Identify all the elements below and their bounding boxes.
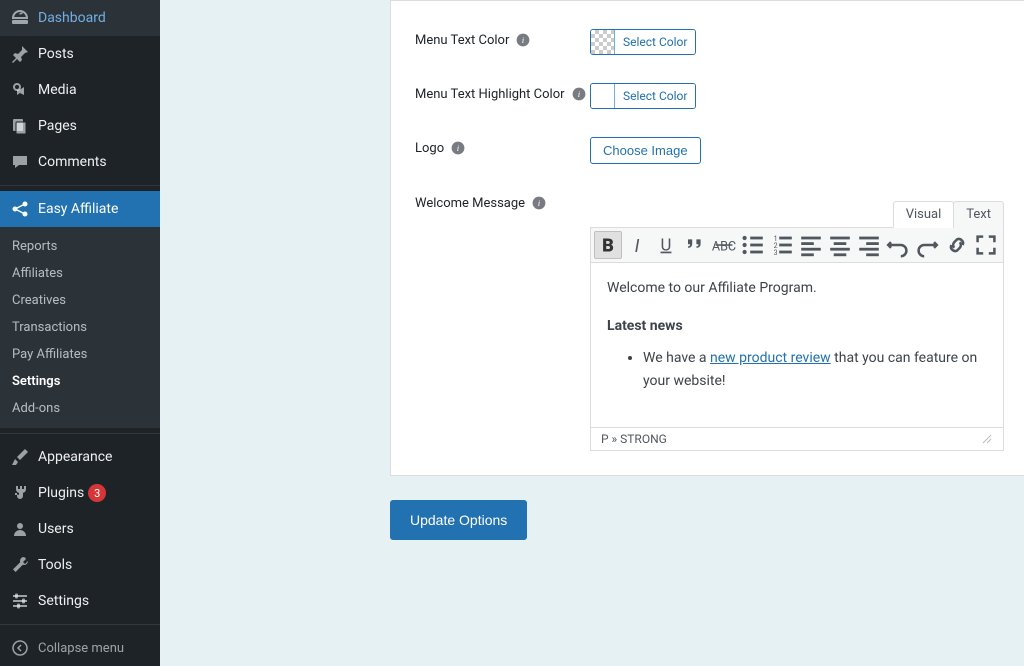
label-logo: Logo <box>415 141 444 156</box>
sidebar-item-label: Easy Affiliate <box>38 201 118 217</box>
editor-content[interactable]: Welcome to our Affiliate Program. Latest… <box>590 263 1004 428</box>
select-color-button[interactable]: Select Color <box>615 30 695 54</box>
sidebar-item-label: Comments <box>38 154 107 170</box>
sidebar-submenu: ReportsAffiliatesCreativesTransactionsPa… <box>0 227 160 428</box>
plug-icon <box>10 483 30 503</box>
tab-visual[interactable]: Visual <box>893 201 955 228</box>
label-welcome: Welcome Message <box>415 196 525 211</box>
submenu-item-settings[interactable]: Settings <box>0 368 160 395</box>
bulletlist-button[interactable] <box>739 231 767 259</box>
dashboard-icon <box>10 8 30 28</box>
sidebar-item-users[interactable]: Users <box>0 511 160 547</box>
submenu-item-add-ons[interactable]: Add-ons <box>0 395 160 422</box>
wrench-icon <box>10 555 30 575</box>
info-icon[interactable]: i <box>571 86 587 102</box>
row-welcome-message: Welcome Message i Visual Text B I U <box>415 192 1004 451</box>
editor-toolbar: B I U ABC 123 <box>590 227 1004 263</box>
submenu-item-reports[interactable]: Reports <box>0 233 160 260</box>
svg-text:B: B <box>602 236 614 257</box>
alignright-button[interactable] <box>855 231 883 259</box>
settings-panel: Menu Text Color i Select Color Menu Text… <box>390 0 1024 476</box>
sidebar-item-label: Dashboard <box>38 10 106 26</box>
sidebar-item-label: Settings <box>38 593 89 609</box>
bold-button[interactable]: B <box>594 231 622 259</box>
sidebar-item-admin-settings[interactable]: Settings <box>0 583 160 619</box>
color-swatch <box>591 30 615 54</box>
welcome-editor: Visual Text B I U ABC 123 <box>590 200 1004 451</box>
undo-button[interactable] <box>884 231 912 259</box>
collapse-menu[interactable]: Collapse menu <box>0 630 160 666</box>
sidebar-item-pages[interactable]: Pages <box>0 108 160 144</box>
info-icon[interactable]: i <box>531 195 547 211</box>
pages-icon <box>10 116 30 136</box>
row-logo: Logo i Choose Image <box>415 137 1004 164</box>
update-options-button[interactable]: Update Options <box>390 500 527 540</box>
collapse-icon <box>10 638 30 658</box>
sidebar-item-label: Media <box>38 82 77 98</box>
blockquote-button[interactable] <box>681 231 709 259</box>
user-icon <box>10 519 30 539</box>
color-picker-menu-text[interactable]: Select Color <box>590 29 696 55</box>
label-menu-text-highlight: Menu Text Highlight Color <box>415 87 565 102</box>
select-color-button[interactable]: Select Color <box>615 84 695 108</box>
underline-button[interactable]: U <box>652 231 680 259</box>
row-menu-text-highlight-color: Menu Text Highlight Color i Select Color <box>415 83 1004 109</box>
svg-text:3: 3 <box>774 249 778 257</box>
sidebar-item-label: Posts <box>38 46 74 62</box>
svg-text:ABC: ABC <box>712 240 736 255</box>
brush-icon <box>10 447 30 467</box>
admin-sidebar: Dashboard Posts Media Pages Comments Easy Af… <box>0 0 160 666</box>
info-icon[interactable]: i <box>515 32 531 48</box>
sidebar-item-appearance[interactable]: Appearance <box>0 439 160 475</box>
sidebar-item-easy-affiliate[interactable]: Easy Affiliate <box>0 191 160 227</box>
comment-icon <box>10 152 30 172</box>
sidebar-item-media[interactable]: Media <box>0 72 160 108</box>
pin-icon <box>10 44 30 64</box>
submenu-item-affiliates[interactable]: Affiliates <box>0 260 160 287</box>
row-menu-text-color: Menu Text Color i Select Color <box>415 29 1004 55</box>
alignleft-button[interactable] <box>797 231 825 259</box>
sidebar-item-label: Tools <box>38 557 72 573</box>
numberlist-button[interactable]: 123 <box>768 231 796 259</box>
aligncenter-button[interactable] <box>826 231 854 259</box>
media-icon <box>10 80 30 100</box>
label-menu-text-color: Menu Text Color <box>415 33 509 48</box>
info-icon[interactable]: i <box>450 140 466 156</box>
new-product-review-link[interactable]: new product review <box>710 350 831 366</box>
color-swatch <box>591 84 615 108</box>
strikethrough-button[interactable]: ABC <box>710 231 738 259</box>
update-badge: 3 <box>88 484 106 502</box>
sidebar-item-dashboard[interactable]: Dashboard <box>0 0 160 36</box>
submenu-item-transactions[interactable]: Transactions <box>0 314 160 341</box>
color-picker-menu-highlight[interactable]: Select Color <box>590 83 696 109</box>
main-content: Menu Text Color i Select Color Menu Text… <box>160 0 1024 666</box>
sidebar-item-label: Users <box>38 521 74 537</box>
share-icon <box>10 199 30 219</box>
link-button[interactable] <box>943 231 971 259</box>
submenu-item-pay-affiliates[interactable]: Pay Affiliates <box>0 341 160 368</box>
sidebar-item-label: Appearance <box>38 449 112 465</box>
sidebar-item-posts[interactable]: Posts <box>0 36 160 72</box>
redo-button[interactable] <box>913 231 941 259</box>
submenu-item-creatives[interactable]: Creatives <box>0 287 160 314</box>
sidebar-item-label: Plugins <box>38 485 84 501</box>
resize-handle-icon[interactable] <box>981 433 993 445</box>
italic-button[interactable]: I <box>623 231 651 259</box>
choose-image-button[interactable]: Choose Image <box>590 137 701 164</box>
editor-path-bar: P » STRONG <box>590 428 1004 451</box>
sidebar-item-tools[interactable]: Tools <box>0 547 160 583</box>
sliders-icon <box>10 591 30 611</box>
tab-text[interactable]: Text <box>953 201 1004 228</box>
sidebar-item-comments[interactable]: Comments <box>0 144 160 180</box>
svg-text:U: U <box>661 236 672 256</box>
sidebar-item-plugins[interactable]: Plugins3 <box>0 475 160 511</box>
sidebar-item-label: Pages <box>38 118 77 134</box>
svg-text:I: I <box>635 236 640 257</box>
fullscreen-button[interactable] <box>972 231 1000 259</box>
